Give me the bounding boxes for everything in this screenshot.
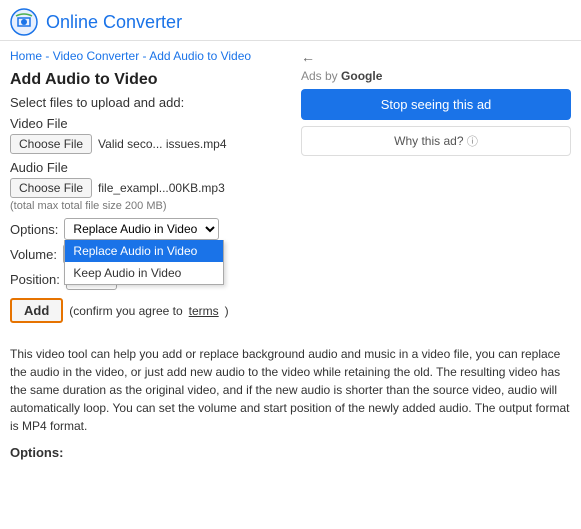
position-label: Position: xyxy=(10,272,60,287)
app-logo xyxy=(10,8,38,36)
breadcrumb-video-converter[interactable]: Video Converter xyxy=(53,49,140,63)
audio-file-label: Audio File xyxy=(10,160,291,175)
info-icon: ⓘ xyxy=(467,136,478,148)
stop-seeing-ad-button[interactable]: Stop seeing this ad xyxy=(301,89,571,120)
video-file-label: Video File xyxy=(10,116,291,131)
options-menu-item-replace[interactable]: Replace Audio in Video xyxy=(65,240,223,262)
options-dropdown-menu: Replace Audio in Video Keep Audio in Vid… xyxy=(64,240,224,285)
terms-link[interactable]: terms xyxy=(189,304,219,318)
breadcrumb: Home - Video Converter - Add Audio to Vi… xyxy=(10,49,291,63)
google-brand: Google xyxy=(341,69,382,83)
description-text: This video tool can help you add or repl… xyxy=(0,345,581,445)
app-title: Online Converter xyxy=(46,12,182,33)
options-label: Options: xyxy=(10,222,58,237)
options-select[interactable]: Replace Audio in Video Keep Audio in Vid… xyxy=(64,218,219,240)
why-this-ad-button[interactable]: Why this ad? ⓘ xyxy=(301,126,571,156)
breadcrumb-sep2: - xyxy=(139,49,149,63)
options-row: Options: Replace Audio in Video Keep Aud… xyxy=(10,218,291,240)
audio-file-name: file_exampl...00KB.mp3 xyxy=(98,181,225,195)
left-panel: Home - Video Converter - Add Audio to Vi… xyxy=(10,49,291,333)
options-dropdown-wrapper: Replace Audio in Video Keep Audio in Vid… xyxy=(64,218,219,240)
add-button-row: Add (confirm you agree to terms) xyxy=(10,298,291,323)
audio-choose-file-button[interactable]: Choose File xyxy=(10,178,92,198)
options-heading: Options: xyxy=(0,445,581,464)
ads-by-text: Ads by xyxy=(301,69,341,83)
video-file-name: Valid seco... issues.mp4 xyxy=(98,137,227,151)
video-file-row: Choose File Valid seco... issues.mp4 xyxy=(10,134,291,154)
video-choose-file-button[interactable]: Choose File xyxy=(10,134,92,154)
ads-panel: ← Ads by Google Stop seeing this ad Why … xyxy=(301,49,571,333)
select-instruction: Select files to upload and add: xyxy=(10,95,291,110)
audio-file-row: Choose File file_exampl...00KB.mp3 xyxy=(10,178,291,198)
total-size-note: (total max total file size 200 MB) xyxy=(10,200,291,212)
page-title: Add Audio to Video xyxy=(10,71,291,89)
confirm-close: ) xyxy=(225,304,229,318)
breadcrumb-sep1: - xyxy=(42,49,53,63)
why-ad-text: Why this ad? xyxy=(394,134,463,148)
options-menu-item-keep[interactable]: Keep Audio in Video xyxy=(65,262,223,284)
volume-label: Volume: xyxy=(10,247,57,262)
app-header: Online Converter xyxy=(0,0,581,41)
confirm-text: (confirm you agree to xyxy=(69,304,182,318)
breadcrumb-current: Add Audio to Video xyxy=(149,49,251,63)
breadcrumb-home[interactable]: Home xyxy=(10,49,42,63)
ads-back-arrow[interactable]: ← xyxy=(301,49,571,65)
add-button[interactable]: Add xyxy=(10,298,63,323)
ads-by-google: Ads by Google xyxy=(301,69,571,83)
